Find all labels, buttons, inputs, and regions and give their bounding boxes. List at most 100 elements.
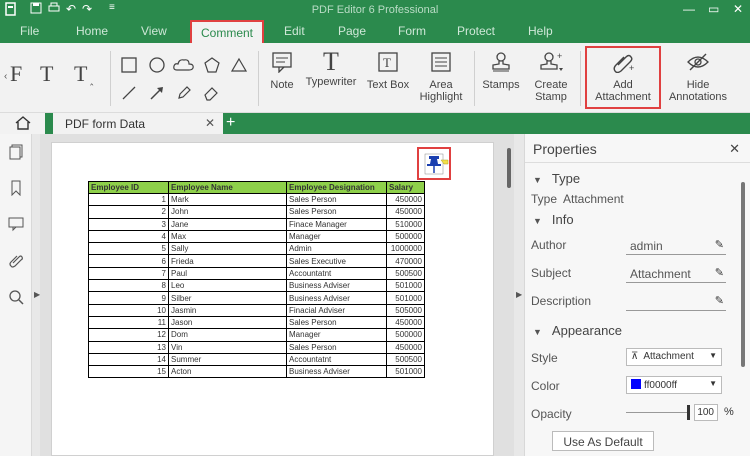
edit-pencil-icon[interactable]: ✎ (715, 266, 724, 279)
author-field[interactable]: admin ✎ (626, 237, 726, 255)
arrow-icon[interactable] (149, 85, 165, 104)
home-tab[interactable] (0, 113, 45, 134)
add-attachment-label-2: Attachment (595, 91, 651, 103)
menu-form[interactable]: Form (398, 24, 426, 38)
minimize-icon[interactable]: — (683, 2, 695, 16)
salary-cell: 450000 (386, 315, 425, 330)
eraser-icon[interactable] (203, 85, 219, 104)
text-tool-icon[interactable]: F (10, 61, 22, 87)
table-row: 6 Frieda Sales Executive 470000 (88, 254, 425, 268)
employee-id-cell: 5 (88, 242, 169, 256)
style-dropdown[interactable]: ⊼ Attachment ▼ (626, 348, 722, 366)
note-button[interactable]: Note (266, 43, 298, 113)
color-dropdown[interactable]: ff0000ff ▼ (626, 376, 722, 394)
menu-home[interactable]: Home (76, 24, 108, 38)
employee-id-cell: 12 (88, 328, 169, 342)
create-stamp-label-1: Create (534, 79, 568, 91)
employee-id-cell: 14 (88, 352, 169, 367)
cloud-icon[interactable] (173, 58, 195, 75)
maximize-icon[interactable]: ▭ (708, 2, 719, 16)
table-row: 13 Vin Sales Person 450000 (88, 340, 425, 354)
circle-icon[interactable] (149, 57, 165, 76)
document-tab[interactable]: PDF form Data ✕ (53, 113, 223, 134)
subject-field[interactable]: Attachment ✎ (626, 265, 726, 283)
edit-pencil-icon[interactable]: ✎ (715, 294, 724, 307)
opacity-input[interactable]: 100 (694, 404, 718, 421)
stamps-button[interactable]: Stamps (481, 43, 521, 113)
employee-name-cell: Jasmin (168, 303, 287, 317)
employee-name-cell: John (168, 205, 287, 219)
employee-designation-cell: Sales Person (286, 205, 387, 219)
employee-designation-cell: Manager (286, 328, 387, 342)
close-tab-icon[interactable]: ✕ (205, 116, 215, 130)
document-tab-bar: PDF form Data ✕ + (0, 113, 750, 134)
collapse-triangle-icon: ▼ (533, 175, 542, 185)
attachments-icon[interactable] (8, 252, 24, 271)
add-attachment-button[interactable]: + Add Attachment (588, 43, 658, 113)
employee-id-cell: 13 (88, 340, 169, 354)
close-properties-icon[interactable]: ✕ (729, 141, 740, 157)
style-value: Attachment (643, 351, 694, 362)
new-tab-icon[interactable]: + (226, 114, 235, 132)
table-row: 7 Paul Accountatnt 500500 (88, 266, 425, 281)
search-icon[interactable] (8, 289, 24, 308)
menu-comment[interactable]: Comment (190, 20, 265, 43)
table-row: 8 Leo Business Adviser 501000 (88, 279, 425, 293)
menu-edit[interactable]: Edit (284, 24, 305, 38)
hide-annotations-button[interactable]: Hide Annotations (666, 43, 730, 113)
pages-icon[interactable] (8, 144, 24, 163)
menu-view[interactable]: View (141, 24, 167, 38)
menu-file[interactable]: File (20, 24, 39, 38)
pencil-icon[interactable] (176, 85, 192, 104)
bookmark-icon[interactable] (8, 180, 24, 199)
close-window-icon[interactable]: ✕ (733, 2, 743, 16)
table-row: 2 John Sales Person 450000 (88, 205, 425, 219)
type-section-header[interactable]: ▼ Type (533, 171, 580, 186)
info-section-header[interactable]: ▼ Info (533, 212, 574, 227)
properties-scrollbar[interactable] (741, 182, 745, 367)
expand-right-panel-icon[interactable]: ▶ (516, 290, 522, 299)
create-stamp-icon: + (530, 51, 572, 76)
comments-icon[interactable] (8, 216, 24, 235)
menu-protect[interactable]: Protect (457, 24, 495, 38)
ribbon-toolbar: ‹ F T T ‸ Note T Typewriter T Text Box A… (0, 43, 750, 113)
caret-icon: ‸ (90, 75, 94, 86)
opacity-slider-thumb[interactable] (687, 405, 690, 420)
text-box-button[interactable]: T Text Box (366, 43, 410, 113)
document-scrollbar[interactable] (507, 148, 511, 188)
typewriter-button[interactable]: T Typewriter (304, 43, 358, 113)
svg-text:+: + (557, 51, 562, 61)
employee-designation-cell: Business Adviser (286, 279, 387, 293)
employee-id-cell: 9 (88, 291, 169, 305)
color-label: Color (531, 379, 560, 393)
opacity-slider-track[interactable] (626, 412, 690, 413)
opacity-unit: % (724, 406, 734, 418)
area-highlight-button[interactable]: Area Highlight (418, 43, 464, 113)
ribbon-scroll-left-icon[interactable]: ‹ (4, 71, 7, 82)
attachment-annotation[interactable] (417, 147, 451, 180)
employee-name-cell: Paul (168, 266, 287, 281)
caret-text-tool-icon[interactable]: T (74, 61, 87, 87)
polygon-icon[interactable] (204, 57, 220, 76)
description-field[interactable]: ✎ (626, 293, 726, 311)
create-stamp-button[interactable]: + Create Stamp (530, 43, 572, 113)
employee-id-cell: 2 (88, 205, 169, 219)
line-icon[interactable] (121, 85, 137, 104)
triangle-icon[interactable] (230, 57, 248, 76)
menu-page[interactable]: Page (338, 24, 366, 38)
rectangle-icon[interactable] (121, 57, 137, 76)
subject-label: Subject (531, 266, 572, 280)
note-icon (266, 51, 298, 76)
hide-annotations-label-1: Hide (686, 79, 710, 91)
appearance-section-header[interactable]: ▼ Appearance (533, 323, 622, 338)
edit-pencil-icon[interactable]: ✎ (715, 238, 724, 251)
table-row: 4 Max Manager 500000 (88, 229, 425, 244)
menu-bar: File Home View Comment Edit Page Form Pr… (0, 20, 750, 43)
use-as-default-button[interactable]: Use As Default (552, 431, 654, 451)
menu-help[interactable]: Help (528, 24, 553, 38)
table-row: 15 Acton Business Adviser 501000 (88, 365, 425, 379)
employee-name-cell: Mark (168, 192, 287, 207)
employee-name-cell: Silber (168, 291, 287, 305)
table-row: 14 Summer Accountatnt 500500 (88, 352, 425, 367)
underline-text-tool-icon[interactable]: T (40, 61, 53, 87)
